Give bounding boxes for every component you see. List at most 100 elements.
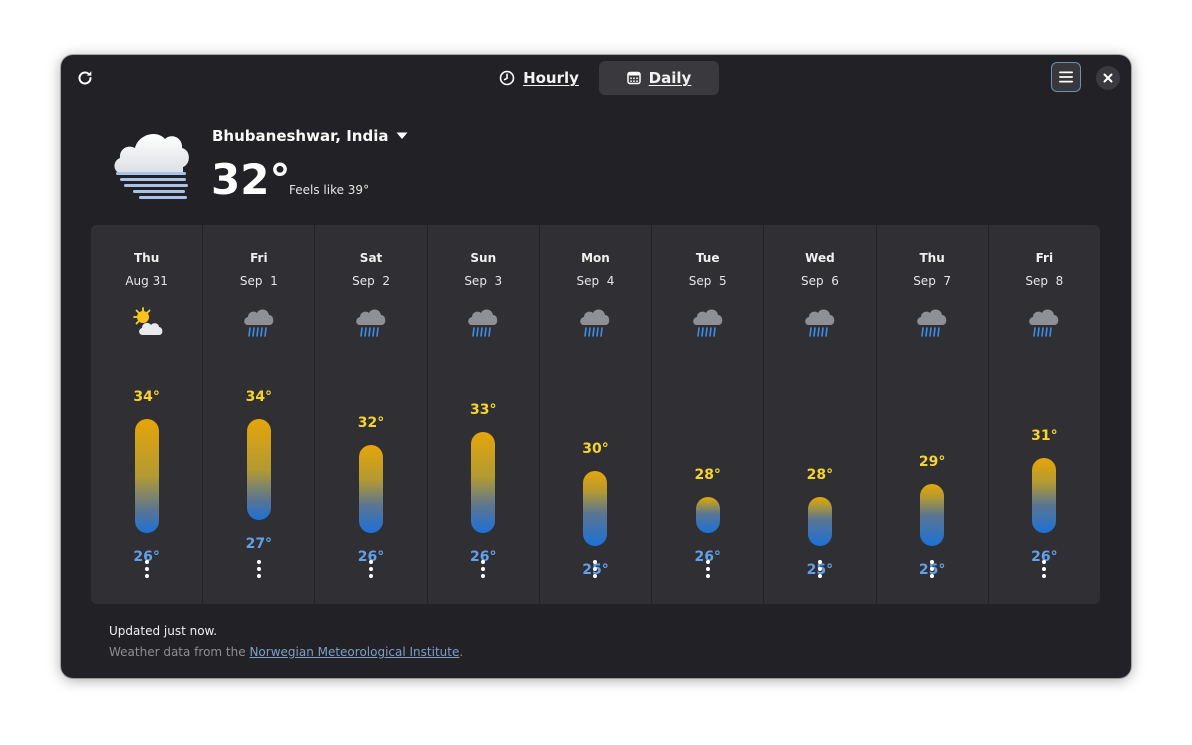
more-options-button[interactable] <box>361 559 381 579</box>
dot-icon <box>1042 574 1047 578</box>
temperature-range-bar <box>246 419 271 520</box>
day-date: Sep 3 <box>464 274 503 288</box>
dot-icon <box>256 567 261 571</box>
dot-icon <box>256 574 261 578</box>
more-options-button[interactable] <box>585 559 605 579</box>
rain-cloud-icon <box>917 309 947 337</box>
location-selector[interactable]: Bhubaneshwar, India <box>212 127 408 145</box>
dot-icon <box>705 574 710 578</box>
high-temperature: 30° <box>582 441 609 457</box>
dot-icon <box>1042 560 1047 564</box>
high-temperature: 29° <box>918 454 946 470</box>
day-name: Thu <box>133 251 160 265</box>
day-name: Sat <box>359 251 383 265</box>
dot-icon <box>817 574 822 578</box>
day-name: Sun <box>470 251 497 265</box>
dot-icon <box>481 560 486 564</box>
day-name: Thu <box>919 251 945 265</box>
day-name: Wed <box>805 251 835 265</box>
temperature-range-bar <box>807 497 832 546</box>
source-suffix: . <box>459 645 464 659</box>
day-name: Mon <box>581 251 610 265</box>
tab-hourly[interactable]: Hourly <box>479 61 599 95</box>
dot-icon <box>593 560 598 564</box>
low-temperature: 27° <box>245 536 273 552</box>
clock-icon <box>499 70 515 86</box>
sun-behind-cloud-icon <box>132 307 162 335</box>
high-temperature: 33° <box>470 402 497 418</box>
day-name: Fri <box>1035 251 1054 265</box>
data-source: Weather data from the Norwegian Meteorol… <box>109 645 463 659</box>
dot-icon <box>144 574 149 578</box>
forecast-day: WedSep 628°25° <box>764 225 877 604</box>
close-icon <box>1103 73 1113 83</box>
dot-icon <box>481 567 486 571</box>
high-temperature: 34° <box>245 389 273 405</box>
high-temperature: 32° <box>357 415 385 431</box>
source-prefix: Weather data from the <box>109 645 250 659</box>
rain-cloud-icon <box>692 309 722 337</box>
rain-cloud-icon <box>580 309 610 337</box>
day-date: Sep 4 <box>576 274 615 288</box>
hamburger-menu-icon <box>1059 71 1073 83</box>
dropdown-arrow-icon <box>396 132 408 139</box>
weather-window: Hourly Daily Bhubaneshwar, India 32° Fee… <box>61 55 1131 678</box>
day-date: Sep 2 <box>352 274 390 288</box>
more-options-button[interactable] <box>922 559 942 579</box>
dot-icon <box>369 574 374 578</box>
high-temperature: 28° <box>806 467 834 483</box>
day-name: Fri <box>250 251 268 265</box>
more-options-button[interactable] <box>810 559 830 579</box>
refresh-icon <box>78 71 92 85</box>
fog-cloud-icon <box>114 133 189 199</box>
temperature-range-bar <box>695 497 720 533</box>
dot-icon <box>144 567 149 571</box>
high-temperature: 28° <box>694 467 721 483</box>
dot-icon <box>593 567 598 571</box>
dot-icon <box>705 567 710 571</box>
rain-cloud-icon <box>468 309 498 337</box>
rain-cloud-icon <box>356 309 386 337</box>
day-date: Sep 7 <box>913 274 952 288</box>
met-institute-link[interactable]: Norwegian Meteorological Institute <box>249 645 459 659</box>
temperature-range-bar <box>134 419 159 533</box>
forecast-day: Fri Sep 8 31° 26° <box>988 225 1100 604</box>
dot-icon <box>930 567 935 571</box>
feels-like: Feels like 39° <box>289 183 370 197</box>
current-temperature: 32° <box>211 155 291 204</box>
more-options-button[interactable] <box>249 559 269 579</box>
high-temperature: 34° <box>133 389 160 405</box>
forecast-day: Fri Sep 1 34° 27° <box>203 225 316 604</box>
forecast-day: MonSep 430°25° <box>539 225 653 604</box>
more-options-button[interactable] <box>698 559 718 579</box>
day-date: Sep 8 <box>1025 274 1064 288</box>
close-button[interactable] <box>1096 66 1120 90</box>
dot-icon <box>369 567 374 571</box>
more-options-button[interactable] <box>1034 559 1054 579</box>
main-menu-button[interactable] <box>1051 62 1081 92</box>
dot-icon <box>705 560 710 564</box>
more-options-button[interactable] <box>473 559 493 579</box>
high-temperature: 31° <box>1031 428 1058 444</box>
day-date: Sep 6 <box>800 274 839 288</box>
day-name: Tue <box>695 251 720 265</box>
dot-icon <box>1042 567 1047 571</box>
tab-daily[interactable]: Daily <box>599 61 719 95</box>
location-name: Bhubaneshwar, India <box>212 127 389 145</box>
rain-cloud-icon <box>244 309 274 337</box>
day-date: Sep 5 <box>688 274 727 288</box>
temperature-range-bar <box>920 484 945 546</box>
calendar-icon <box>626 71 641 85</box>
tab-daily-label: Daily <box>648 69 692 87</box>
refresh-button[interactable] <box>73 66 97 90</box>
dot-icon <box>144 560 149 564</box>
view-switcher: Hourly Daily <box>479 61 719 95</box>
day-date: Aug 31 <box>125 274 168 288</box>
temperature-range-bar <box>1032 458 1057 533</box>
more-options-button[interactable] <box>137 559 157 579</box>
daily-forecast: Thu Aug 31 34° 26° Fri Sep 1 34° 27° Sat Sep 2 32°… <box>91 225 1100 604</box>
dot-icon <box>481 574 486 578</box>
rain-cloud-icon <box>1029 309 1059 337</box>
day-date: Sep 1 <box>239 274 278 288</box>
forecast-day: ThuSep 729°25° <box>876 225 989 604</box>
